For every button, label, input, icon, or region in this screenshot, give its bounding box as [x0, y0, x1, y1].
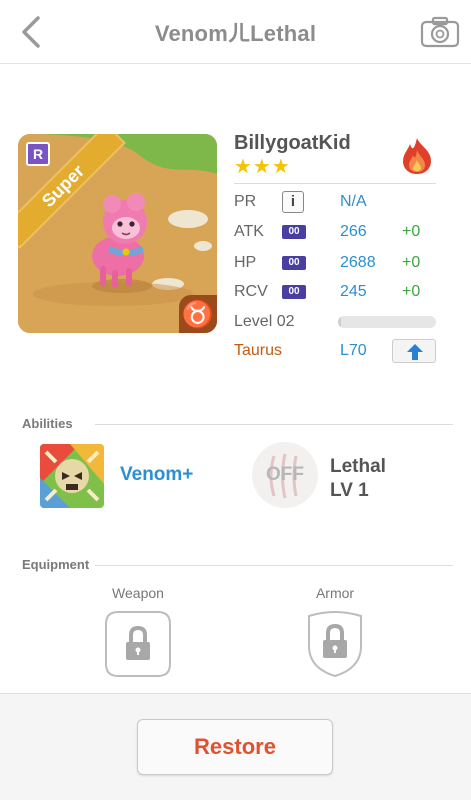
rcv-bonus: +0 [402, 283, 421, 300]
restore-button[interactable]: Restore [137, 719, 333, 775]
level-up-button[interactable] [392, 339, 436, 363]
camera-icon[interactable] [420, 16, 460, 48]
lethal-ability-toggle[interactable]: OFF [252, 442, 318, 508]
weapon-label: Weapon [112, 585, 164, 601]
lethal-ability-level: LV 1 [330, 480, 369, 501]
hp-bonus: +0 [402, 254, 421, 271]
rcv-value: 245 [340, 283, 367, 300]
rcv-label: RCV [234, 283, 268, 300]
hp-plus-badge: 00 [282, 256, 306, 270]
bottom-bar: Restore [0, 693, 471, 800]
lethal-ability-name: Lethal [330, 456, 386, 477]
stat-row-pr: PR i N/A [234, 189, 444, 215]
stat-row-sign: Taurus L70 [234, 338, 444, 364]
max-level-value: L70 [340, 342, 367, 359]
pr-label: PR [234, 193, 257, 210]
fire-icon [398, 136, 436, 176]
star-rating: ★★★ [234, 156, 291, 178]
hp-label: HP [234, 254, 257, 271]
abilities-section-label: Abilities [22, 416, 73, 431]
equipment-section-label: Equipment [22, 557, 90, 572]
rarity-badge: R [26, 142, 50, 166]
up-arrow-icon [407, 344, 423, 360]
atk-bonus: +0 [402, 223, 421, 240]
level-label: Level 02 [234, 313, 295, 330]
stat-row-rcv: RCV 00 245 +0 [234, 279, 444, 305]
lethal-off-status: OFF [266, 464, 304, 485]
hp-value: 2688 [340, 254, 376, 271]
stat-row-level: Level 02 [234, 309, 444, 335]
venom-ability-icon[interactable] [40, 444, 104, 508]
taurus-zodiac-icon: ♉ [179, 295, 217, 333]
page-title: VenomㄦLethal [154, 21, 317, 46]
lethal-ability-info: Lethal LV 1 [330, 455, 386, 503]
stat-row-hp: HP 00 2688 +0 [234, 250, 444, 276]
rcv-plus-badge: 00 [282, 285, 306, 299]
pr-value: N/A [340, 193, 367, 210]
atk-value: 266 [340, 223, 367, 240]
level-progress-fill [338, 316, 341, 328]
level-progress-bar [338, 316, 436, 328]
armor-label: Armor [315, 585, 355, 601]
info-icon[interactable]: i [282, 191, 304, 213]
stat-row-atk: ATK 00 266 +0 [234, 219, 444, 245]
stats-divider [234, 183, 436, 184]
abilities-divider [95, 424, 453, 425]
equipment-divider [95, 565, 453, 566]
pet-name: BillygoatKid [234, 132, 351, 154]
pet-portrait[interactable]: R Super ♉ [18, 134, 217, 333]
armor-slot[interactable] [301, 610, 369, 678]
top-bar: VenomㄦLethal [0, 0, 471, 64]
atk-plus-badge: 00 [282, 225, 306, 239]
atk-label: ATK [234, 223, 264, 240]
weapon-slot[interactable] [104, 610, 172, 678]
zodiac-label: Taurus [234, 342, 283, 359]
venom-ability-name[interactable]: Venom+ [120, 464, 193, 486]
